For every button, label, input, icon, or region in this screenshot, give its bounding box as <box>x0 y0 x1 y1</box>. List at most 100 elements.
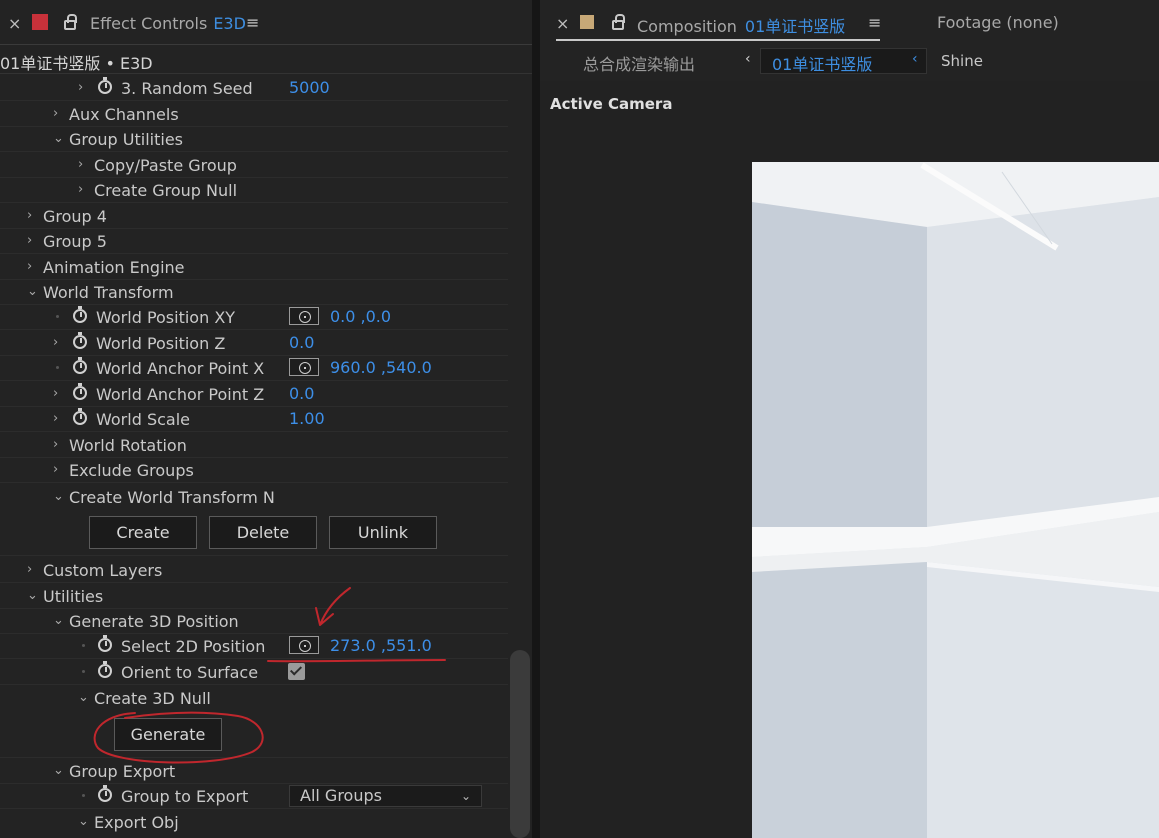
lock-icon[interactable] <box>64 14 77 30</box>
chevron-right-icon[interactable]: › <box>53 102 58 126</box>
chevron-right-icon[interactable]: › <box>53 407 58 431</box>
tree-label: Custom Layers <box>43 561 163 580</box>
stopwatch-icon[interactable] <box>73 383 87 400</box>
tree-row-export-obj[interactable]: ⌄ Export Obj <box>0 810 508 835</box>
composition-color-swatch <box>580 15 594 29</box>
tree-label: Group Utilities <box>69 130 184 149</box>
row-divider <box>0 253 508 254</box>
group-to-export-dropdown[interactable]: All Groups ⌄ <box>289 785 482 807</box>
row-divider <box>0 808 508 809</box>
world-position-z-value[interactable]: 0.0 <box>289 331 314 355</box>
stopwatch-icon[interactable] <box>98 661 112 678</box>
chevron-down-icon[interactable]: ⌄ <box>53 759 64 783</box>
tree-label: Group 4 <box>43 207 107 226</box>
world-anchor-point-z-value[interactable]: 0.0 <box>289 382 314 406</box>
chevron-down-icon[interactable]: ⌄ <box>27 280 38 304</box>
stopwatch-icon[interactable] <box>73 357 87 374</box>
panel-menu-icon[interactable]: ≡ <box>246 13 259 32</box>
chevron-down-icon[interactable]: ⌄ <box>53 127 64 151</box>
crosshair-target-icon[interactable] <box>289 358 319 376</box>
tree-row-world-transform[interactable]: ⌄ World Transform <box>0 280 508 305</box>
lock-icon[interactable] <box>612 14 625 30</box>
chevron-down-icon[interactable]: ⌄ <box>53 485 64 509</box>
tree-row-group-4[interactable]: › Group 4 <box>0 204 508 229</box>
tree-row-world-rotation[interactable]: › World Rotation <box>0 433 508 458</box>
chevron-right-icon[interactable]: › <box>78 153 83 177</box>
world-anchor-point-x-value[interactable]: 960.0 ,540.0 <box>330 356 432 380</box>
chevron-right-icon[interactable]: › <box>53 433 58 457</box>
panel-title[interactable]: Effect Controls E3D <box>90 14 246 33</box>
tree-row-world-position-z[interactable]: › World Position Z 0.0 <box>0 331 508 356</box>
panel-title-text: Effect Controls <box>90 14 208 33</box>
tree-row-exclude-groups[interactable]: › Exclude Groups <box>0 458 508 483</box>
chevron-right-icon[interactable]: › <box>27 558 32 582</box>
tree-row-generate-3d-position[interactable]: ⌄ Generate 3D Position <box>0 609 508 634</box>
chevron-right-icon[interactable]: › <box>27 229 32 253</box>
stopwatch-icon[interactable] <box>98 77 112 94</box>
bullet-dot <box>82 644 85 647</box>
tree-label: World Rotation <box>69 436 187 455</box>
tree-label: World Transform <box>43 283 174 302</box>
scrollbar-thumb[interactable] <box>510 650 530 838</box>
composition-tab[interactable]: Composition 01单证书竖版 <box>637 13 845 37</box>
tree-row-aux-channels[interactable]: › Aux Channels <box>0 102 508 127</box>
chevron-right-icon[interactable]: › <box>53 458 58 482</box>
viewer-camera-label: Active Camera <box>550 95 673 113</box>
tree-row-world-position-xy[interactable]: World Position XY 0.0 ,0.0 <box>0 305 508 330</box>
orient-to-surface-checkbox[interactable] <box>288 663 305 680</box>
tree-label: World Anchor Point Z <box>96 385 265 404</box>
breadcrumb-item[interactable]: Shine <box>941 52 983 70</box>
tree-label: Export Obj <box>94 813 179 832</box>
breadcrumb-item-active[interactable]: 01单证书竖版 <box>772 51 872 75</box>
chevron-right-icon[interactable]: › <box>53 331 58 355</box>
chevron-right-icon[interactable]: › <box>27 255 32 279</box>
tree-row-custom-layers[interactable]: › Custom Layers <box>0 558 508 583</box>
tree-row-select-2d-position[interactable]: Select 2D Position 273.0 ,551.0 <box>0 634 508 659</box>
tree-row-world-anchor-point-z[interactable]: › World Anchor Point Z 0.0 <box>0 382 508 407</box>
chevron-down-icon[interactable]: ⌄ <box>27 584 38 608</box>
chevron-down-icon[interactable]: ⌄ <box>78 686 89 710</box>
stopwatch-icon[interactable] <box>98 785 112 802</box>
select-2d-position-value[interactable]: 273.0 ,551.0 <box>330 634 432 658</box>
chevron-down-icon[interactable]: ⌄ <box>53 609 64 633</box>
stopwatch-icon[interactable] <box>73 306 87 323</box>
crosshair-target-icon[interactable] <box>289 636 319 654</box>
tree-row-group-utilities[interactable]: ⌄ Group Utilities <box>0 127 508 152</box>
close-icon[interactable]: × <box>556 14 569 33</box>
tree-row-world-scale[interactable]: › World Scale 1.00 <box>0 407 508 432</box>
tree-row-group-export[interactable]: ⌄ Group Export <box>0 759 508 784</box>
tree-row-utilities[interactable]: ⌄ Utilities <box>0 584 508 609</box>
tree-row-create-group-null[interactable]: › Create Group Null <box>0 178 508 203</box>
random-seed-value[interactable]: 5000 <box>289 76 330 100</box>
chevron-right-icon[interactable]: › <box>78 178 83 202</box>
tree-row-group-5[interactable]: › Group 5 <box>0 229 508 254</box>
composition-viewer[interactable] <box>752 162 1159 838</box>
tree-row-random-seed[interactable]: › 3. Random Seed 5000 <box>0 76 508 101</box>
chevron-right-icon[interactable]: › <box>78 76 83 100</box>
tree-row-world-anchor-point-x[interactable]: World Anchor Point X 960.0 ,540.0 <box>0 356 508 381</box>
chevron-down-icon[interactable]: ⌄ <box>78 810 89 834</box>
row-divider <box>0 757 508 758</box>
stopwatch-icon[interactable] <box>73 332 87 349</box>
panel-menu-icon[interactable]: ≡ <box>868 13 881 32</box>
world-position-xy-value[interactable]: 0.0 ,0.0 <box>330 305 391 329</box>
tree-row-create-3d-null[interactable]: ⌄ Create 3D Null <box>0 686 508 711</box>
stopwatch-icon[interactable] <box>98 635 112 652</box>
header-divider <box>0 73 532 74</box>
composition-tab-accent: 01单证书竖版 <box>744 17 846 36</box>
world-scale-value[interactable]: 1.00 <box>289 407 325 431</box>
chevron-right-icon[interactable]: › <box>53 382 58 406</box>
close-icon[interactable]: × <box>8 14 21 33</box>
footage-tab[interactable]: Footage (none) <box>937 13 1059 32</box>
tree-label: Animation Engine <box>43 258 185 277</box>
breadcrumb: 总合成渲染输出 ‹ 01单证书竖版 ‹ Shine <box>540 46 1159 80</box>
panel-splitter[interactable] <box>532 0 540 838</box>
stopwatch-icon[interactable] <box>73 408 87 425</box>
tree-row-orient-to-surface[interactable]: Orient to Surface <box>0 660 508 685</box>
crosshair-target-icon[interactable] <box>289 307 319 325</box>
tree-row-copy-paste-group[interactable]: › Copy/Paste Group <box>0 153 508 178</box>
tree-row-animation-engine[interactable]: › Animation Engine <box>0 255 508 280</box>
tree-row-create-world-transform[interactable]: ⌄ Create World Transform N <box>0 485 508 510</box>
chevron-right-icon[interactable]: › <box>27 204 32 228</box>
breadcrumb-item[interactable]: 总合成渲染输出 <box>583 51 695 75</box>
